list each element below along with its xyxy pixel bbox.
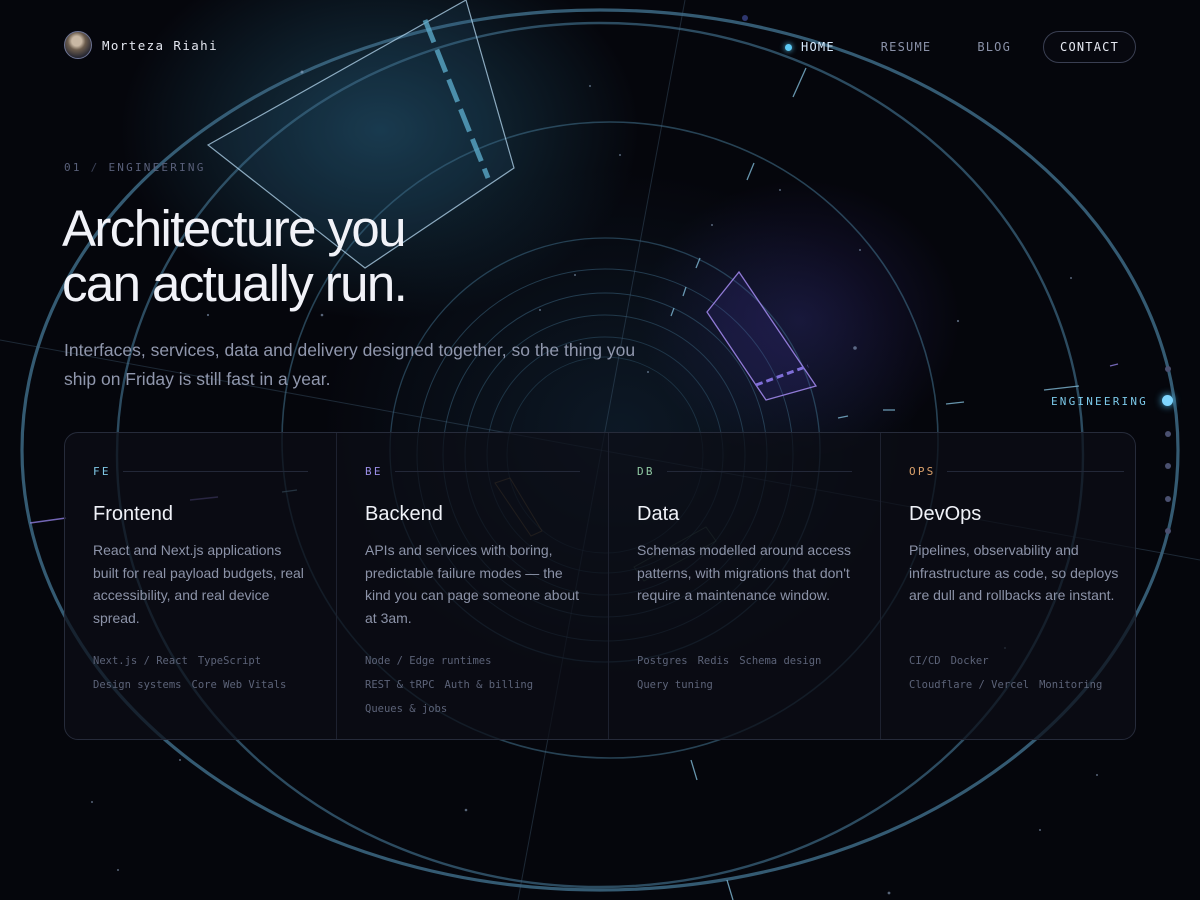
card-frontend: FE Frontend React and Next.js applicatio… — [65, 433, 337, 739]
tech-chip: Auth & billing — [444, 679, 534, 691]
section-dot-6[interactable] — [1165, 528, 1171, 534]
nav-link-blog[interactable]: BLOG — [977, 40, 1011, 54]
active-indicator-dot-icon — [785, 43, 793, 51]
brand[interactable]: Morteza Riahi — [64, 31, 218, 59]
divider — [394, 470, 580, 472]
card-title: Frontend — [93, 503, 174, 525]
nav-link-home[interactable]: HOME — [785, 40, 835, 54]
card-title: Backend — [365, 503, 443, 525]
card-devops: OPS DevOps Pipelines, observability and … — [881, 433, 1135, 739]
card-title: Data — [637, 503, 680, 525]
card-description: Pipelines, observability and infrastruct… — [909, 542, 1119, 604]
section-dot-2-active[interactable] — [1162, 395, 1173, 406]
section-label: ENGINEERING — [108, 161, 206, 174]
tech-chip: Node / Edge runtimes — [365, 655, 492, 667]
tech-chip: Core Web Vitals — [191, 679, 287, 691]
headline-line-1: Architecture you — [62, 200, 407, 257]
avatar — [64, 31, 92, 59]
tech-chip: Cloudflare / Vercel — [909, 679, 1030, 691]
tech-chip: Schema design — [739, 655, 822, 667]
section-dot-5[interactable] — [1165, 496, 1171, 502]
page-title: Architecture you can actually run. — [62, 200, 408, 312]
disciplines-panel: FE Frontend React and Next.js applicatio… — [64, 432, 1136, 740]
tech-list: CI/CD Docker Cloudflare / Vercel Monitoring — [909, 649, 1124, 697]
section-eyebrow: 01 / ENGINEERING — [64, 161, 206, 174]
section-number: 01 — [64, 161, 82, 174]
card-tag: OPS — [909, 464, 936, 478]
nav-link-resume[interactable]: RESUME — [881, 40, 932, 54]
nav-link-label: HOME — [801, 40, 835, 54]
card-tag-row: FE — [93, 463, 308, 479]
main-nav: HOME RESUME BLOG CONTACT — [739, 31, 1136, 63]
card-backend: BE Backend APIs and services with boring… — [337, 433, 609, 739]
card-description: Schemas modelled around access patterns,… — [637, 542, 852, 604]
card-tag-row: BE — [365, 463, 580, 479]
tech-chip: Redis — [697, 655, 730, 667]
tech-chip: Design systems — [93, 679, 182, 691]
eyebrow-separator: / — [90, 161, 100, 174]
card-tag: BE — [365, 464, 383, 478]
brand-name: Morteza Riahi — [102, 37, 219, 53]
contact-button[interactable]: CONTACT — [1043, 31, 1136, 63]
card-tag: FE — [93, 464, 111, 478]
card-title: DevOps — [909, 503, 982, 525]
card-description: APIs and services with boring, predictab… — [365, 542, 580, 626]
divider — [947, 470, 1124, 472]
divider — [666, 470, 852, 472]
divider — [122, 470, 308, 472]
tech-chip: Next.js / React — [93, 655, 188, 667]
headline-line-2: can actually run. — [62, 255, 408, 312]
card-data: DB Data Schemas modelled around access p… — [609, 433, 881, 739]
card-description: React and Next.js applications built for… — [93, 542, 304, 626]
tech-chip: Postgres — [637, 655, 688, 667]
tech-chip: Monitoring — [1039, 679, 1103, 691]
card-tag: DB — [637, 464, 655, 478]
tech-chip: Query tuning — [637, 679, 713, 691]
section-dot-4[interactable] — [1165, 463, 1171, 469]
section-dot-1[interactable] — [1165, 366, 1171, 372]
section-dot-3[interactable] — [1165, 431, 1171, 437]
tech-chip: REST & tRPC — [365, 679, 435, 691]
tech-chip: Queues & jobs — [365, 703, 448, 715]
card-tag-row: OPS — [909, 463, 1124, 479]
section-indicator-label: ENGINEERING — [1050, 395, 1148, 408]
tech-chip: TypeScript — [197, 655, 262, 667]
card-tag-row: DB — [637, 463, 852, 479]
tech-chip: CI/CD — [909, 655, 941, 667]
tech-chip: Docker — [950, 655, 989, 667]
tech-list: Next.js / React TypeScript Design systems C… — [93, 649, 308, 697]
hero-subtitle: Interfaces, services, data and delivery … — [64, 340, 636, 389]
tech-list: Node / Edge runtimes REST & tRPC Auth & bi… — [365, 649, 580, 721]
tech-list: Postgres Redis Schema design Query tuning — [637, 649, 852, 697]
